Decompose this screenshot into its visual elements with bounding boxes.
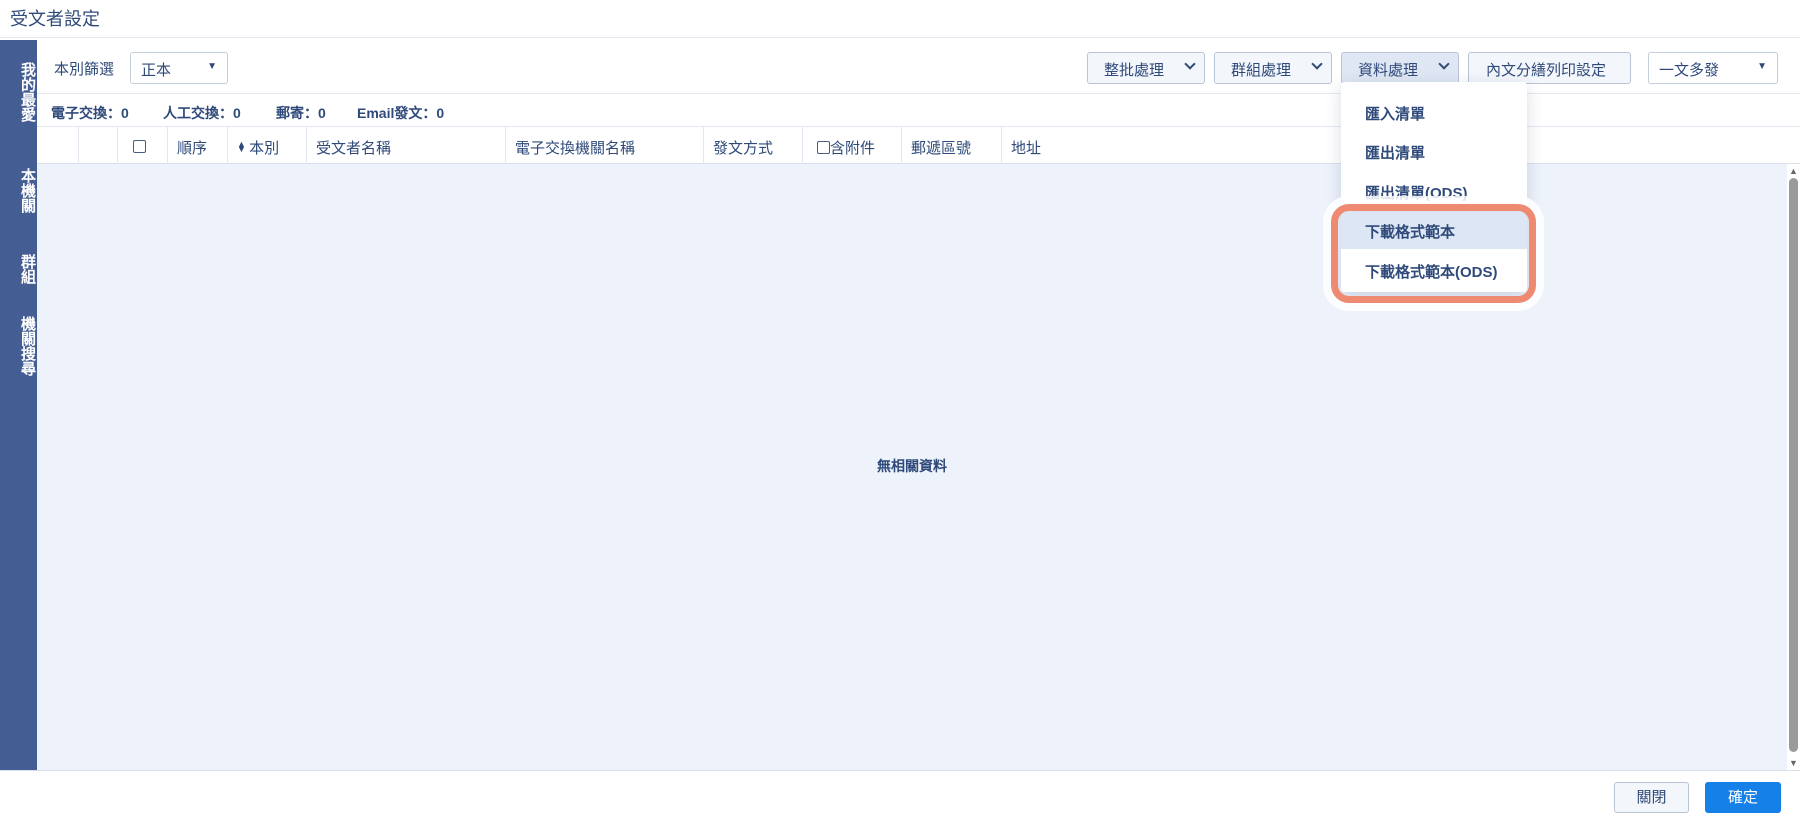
attachment-all-checkbox[interactable] xyxy=(817,141,830,154)
chevron-down-icon xyxy=(1184,58,1196,70)
footer: 關閉 確定 xyxy=(0,770,1800,819)
title-bar: 受文者設定 xyxy=(0,0,1800,38)
scroll-down-icon[interactable]: ▼ xyxy=(1789,758,1798,768)
col-address-label: 地址 xyxy=(1011,140,1042,157)
col-agency[interactable]: 電子交換機關名稱 xyxy=(506,127,704,164)
caret-down-icon: ▼ xyxy=(207,61,217,72)
col-attachment-label: 含附件 xyxy=(830,140,876,157)
send-stats: 電子交換：0 人工交換：0 郵寄：0 Email發文：0 xyxy=(37,93,1800,126)
col-method[interactable]: 發文方式 xyxy=(704,127,803,164)
filter-select-value: 正本 xyxy=(141,62,172,79)
data-process-button[interactable]: 資料處理 xyxy=(1341,52,1459,84)
rail-item-group[interactable]: 群組 xyxy=(0,254,37,284)
menu-item-download-template-ods[interactable]: 下載格式範本(ODS) xyxy=(1341,251,1527,289)
grid-scrollbar[interactable]: ▲ ▼ xyxy=(1787,164,1800,770)
data-process-menu: 匯入清單 匯出清單 匯出清單(ODS) 下載格式範本 下載格式範本(ODS) xyxy=(1341,82,1527,292)
col-agency-label: 電子交換機關名稱 xyxy=(515,140,636,157)
col-blank-1 xyxy=(37,127,79,164)
copy-type-filter-select[interactable]: 正本 ▼ xyxy=(130,52,228,84)
menu-item-download-template[interactable]: 下載格式範本 xyxy=(1341,211,1527,249)
menu-item-export-list[interactable]: 匯出清單 xyxy=(1341,132,1527,170)
rail-item-local-agency[interactable]: 本機關 xyxy=(0,168,37,213)
scroll-up-icon[interactable]: ▲ xyxy=(1789,166,1798,176)
col-order[interactable]: 順序 xyxy=(168,127,228,164)
empty-message: 無相關資料 xyxy=(877,458,947,474)
multi-send-value: 一文多發 xyxy=(1659,62,1720,79)
col-zipcode-label: 郵遞區號 xyxy=(911,140,972,157)
col-method-label: 發文方式 xyxy=(713,140,774,157)
col-type-label: 本別 xyxy=(249,140,280,157)
col-recipient[interactable]: 受文者名稱 xyxy=(307,127,506,164)
stat-email: Email發文：0 xyxy=(357,105,445,121)
select-all-checkbox[interactable] xyxy=(133,140,146,153)
print-settings-button[interactable]: 內文分繕列印設定 xyxy=(1468,52,1631,84)
multi-send-select[interactable]: 一文多發 ▼ xyxy=(1648,52,1778,84)
group-process-label: 群組處理 xyxy=(1231,62,1292,79)
confirm-button[interactable]: 確定 xyxy=(1705,782,1781,813)
col-blank-2 xyxy=(79,127,118,164)
menu-item-export-list-ods[interactable]: 匯出清單(ODS) xyxy=(1341,172,1527,210)
stat-manual: 人工交換：0 xyxy=(163,105,241,121)
col-recipient-label: 受文者名稱 xyxy=(316,140,392,157)
col-order-label: 順序 xyxy=(177,140,208,157)
scrollbar-thumb[interactable] xyxy=(1789,178,1798,752)
data-process-label: 資料處理 xyxy=(1358,62,1419,79)
grid-header: 順序 ▲ ▼ 本別 受文者名稱 電子交換機關名稱 發文方式 含附件 郵遞區號 地址 xyxy=(37,126,1800,164)
sort-icon: ▲ ▼ xyxy=(237,139,246,154)
col-attachment[interactable]: 含附件 xyxy=(803,127,902,164)
filter-label: 本別篩選 xyxy=(54,61,115,78)
rail-item-agency-search[interactable]: 機關搜尋 xyxy=(0,316,37,376)
rail-item-favorites[interactable]: 我的最愛 xyxy=(0,62,37,122)
menu-item-import-list[interactable]: 匯入清單 xyxy=(1341,93,1527,131)
batch-process-label: 整批處理 xyxy=(1104,62,1165,79)
col-select-all xyxy=(118,127,168,164)
stat-electronic: 電子交換：0 xyxy=(51,105,129,121)
stat-mail: 郵寄：0 xyxy=(276,105,326,121)
chevron-down-icon xyxy=(1438,58,1450,70)
toolbar: 本別篩選 正本 ▼ 整批處理 群組處理 資料處理 內文分繕列印設定 一文多發 ▼ xyxy=(37,40,1800,93)
group-process-button[interactable]: 群組處理 xyxy=(1214,52,1332,84)
batch-process-button[interactable]: 整批處理 xyxy=(1087,52,1205,84)
caret-down-icon: ▼ xyxy=(1757,61,1767,72)
left-rail: 我的最愛 本機關 群組 機關搜尋 xyxy=(0,40,37,770)
close-button[interactable]: 關閉 xyxy=(1614,782,1689,813)
print-settings-label: 內文分繕列印設定 xyxy=(1486,62,1607,79)
chevron-down-icon xyxy=(1311,58,1323,70)
window-title: 受文者設定 xyxy=(10,9,100,29)
col-zipcode[interactable]: 郵遞區號 xyxy=(902,127,1002,164)
col-type[interactable]: ▲ ▼ 本別 xyxy=(228,127,307,164)
